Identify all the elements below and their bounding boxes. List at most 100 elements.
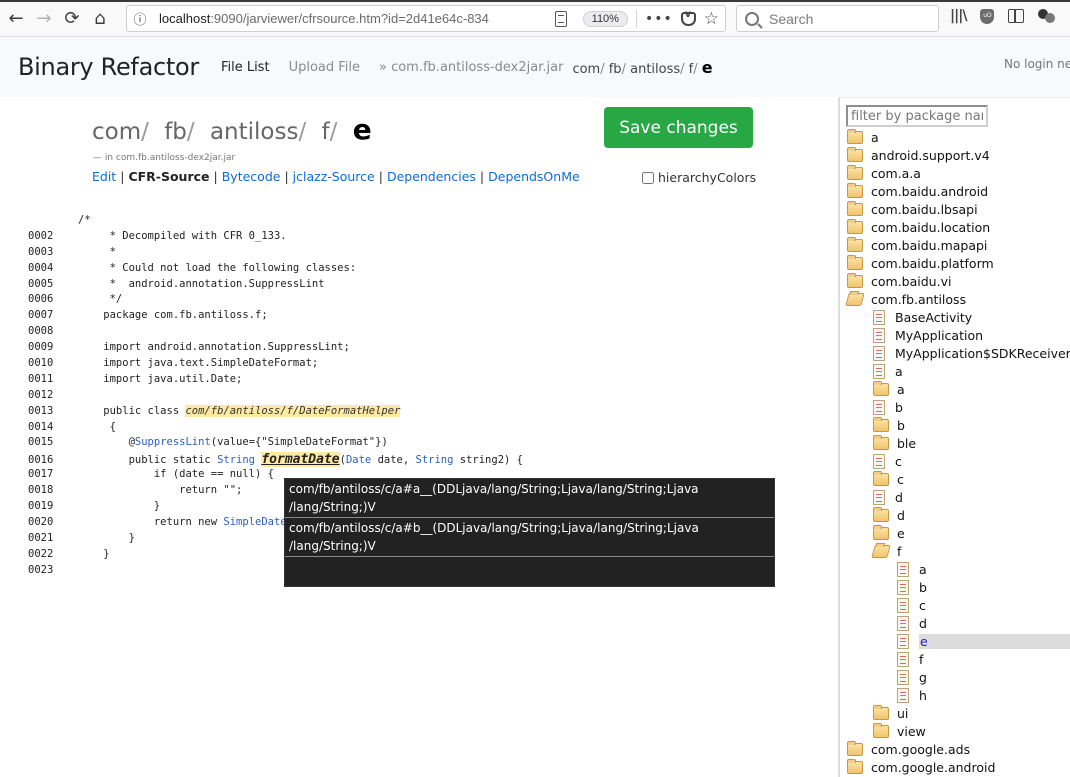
- sidebar-icon[interactable]: [1008, 9, 1025, 23]
- tree-node-label[interactable]: ble: [897, 436, 916, 451]
- tree-package-node[interactable]: android.support.v4: [840, 146, 1070, 164]
- tree-class-node[interactable]: MyApplication: [840, 326, 1070, 344]
- tree-class-node[interactable]: MyApplication$SDKReceiver: [840, 344, 1070, 362]
- tree-package-node[interactable]: c: [840, 470, 1070, 488]
- tree-class-node[interactable]: d: [840, 488, 1070, 506]
- tree-class-node[interactable]: d: [840, 614, 1070, 632]
- tree-node-label[interactable]: e: [897, 526, 905, 541]
- reload-icon[interactable]: ⟳: [58, 4, 86, 32]
- tree-class-node[interactable]: b: [840, 398, 1070, 416]
- tree-node-label[interactable]: a: [871, 130, 879, 145]
- tree-node-label[interactable]: com.google.ads: [871, 742, 970, 757]
- type-link[interactable]: String: [217, 454, 255, 466]
- tree-node-label[interactable]: f: [919, 652, 923, 667]
- search-input[interactable]: Search: [736, 5, 939, 32]
- tab-edit[interactable]: Edit: [92, 169, 116, 184]
- tree-node-label[interactable]: g: [919, 670, 927, 685]
- tree-node-label[interactable]: com.baidu.platform: [871, 256, 994, 271]
- hierarchy-colors-checkbox[interactable]: [642, 171, 654, 184]
- tree-class-node[interactable]: b: [840, 578, 1070, 596]
- method-name-link[interactable]: formatDate: [261, 452, 340, 468]
- title-package-part[interactable]: f: [322, 119, 330, 145]
- tree-package-node[interactable]: com.baidu.mapapi: [840, 236, 1070, 254]
- tree-package-node[interactable]: e: [840, 524, 1070, 542]
- tree-node-label[interactable]: com.baidu.android: [871, 184, 988, 199]
- tree-node-label[interactable]: b: [895, 400, 903, 415]
- pocket-icon[interactable]: [680, 9, 696, 26]
- tree-class-node[interactable]: c: [840, 452, 1070, 470]
- tab-cfr-source[interactable]: CFR-Source: [128, 169, 209, 184]
- nav-upload-file[interactable]: Upload File: [289, 60, 360, 75]
- tree-node-label[interactable]: f: [897, 544, 901, 559]
- tree-node-label[interactable]: BaseActivity: [895, 310, 972, 325]
- tree-package-node[interactable]: com.baidu.platform: [840, 254, 1070, 272]
- tree-package-node[interactable]: com.baidu.location: [840, 218, 1070, 236]
- back-icon[interactable]: ←: [2, 4, 30, 32]
- breadcrumb-item[interactable]: antiloss: [630, 62, 680, 77]
- tree-node-label[interactable]: com.baidu.location: [871, 220, 990, 235]
- tree-node-label[interactable]: d: [919, 616, 927, 631]
- type-link[interactable]: SuppressLint: [135, 436, 211, 448]
- tree-node-label[interactable]: MyApplication: [895, 328, 983, 343]
- package-filter-input[interactable]: [846, 105, 988, 127]
- url-text[interactable]: localhost:9090/jarviewer/cfrsource.htm?i…: [159, 11, 539, 26]
- tree-node-label[interactable]: com.google.android: [871, 760, 995, 775]
- title-package-part[interactable]: antiloss: [210, 119, 299, 145]
- title-package-part[interactable]: com: [92, 119, 141, 145]
- tree-package-node[interactable]: com.baidu.lbsapi: [840, 200, 1070, 218]
- save-changes-button[interactable]: Save changes: [604, 107, 753, 148]
- home-icon[interactable]: ⌂: [86, 4, 114, 32]
- title-package-part[interactable]: fb: [164, 119, 187, 145]
- tree-package-node[interactable]: com.baidu.vi: [840, 272, 1070, 290]
- tree-package-node[interactable]: com.google.ads: [840, 740, 1070, 758]
- tree-node-label[interactable]: c: [897, 472, 904, 487]
- tab-jclazz-source[interactable]: jclazz-Source: [293, 169, 375, 184]
- tree-node-label[interactable]: a: [919, 562, 927, 577]
- tree-node-label[interactable]: ui: [897, 706, 908, 721]
- brand-logo[interactable]: Binary Refactor: [18, 53, 199, 81]
- tooltip-reference-item[interactable]: com/fb/antiloss/c/a#b__(DDLjava/lang/Str…: [285, 518, 774, 557]
- class-name-link[interactable]: com/fb/antiloss/f/DateFormatHelper: [185, 404, 401, 417]
- tab-dependencies[interactable]: Dependencies: [387, 169, 476, 184]
- tree-node-label[interactable]: c: [895, 454, 902, 469]
- tree-package-node[interactable]: ui: [840, 704, 1070, 722]
- nav-jar-link[interactable]: » com.fb.antiloss-dex2jar.jar: [379, 60, 563, 75]
- nav-file-list[interactable]: File List: [221, 60, 270, 75]
- tree-node-label[interactable]: b: [897, 418, 905, 433]
- tree-node-label[interactable]: e: [919, 633, 1070, 649]
- tree-node-label[interactable]: com.a.a: [871, 166, 921, 181]
- tree-package-node[interactable]: a: [840, 128, 1070, 146]
- tree-node-label[interactable]: b: [919, 580, 927, 595]
- forward-icon[interactable]: →: [30, 4, 58, 32]
- tree-node-label[interactable]: d: [895, 490, 903, 505]
- tree-package-node[interactable]: com.fb.antiloss: [840, 290, 1070, 308]
- tree-node-label[interactable]: d: [897, 508, 905, 523]
- tree-package-node[interactable]: com.a.a: [840, 164, 1070, 182]
- library-icon[interactable]: |||\: [950, 8, 967, 24]
- page-actions-icon[interactable]: •••: [645, 11, 673, 27]
- tree-node-label[interactable]: view: [897, 724, 926, 739]
- url-bar[interactable]: ⓘ localhost:9090/jarviewer/cfrsource.htm…: [126, 5, 726, 32]
- tree-class-node[interactable]: BaseActivity: [840, 308, 1070, 326]
- tree-class-node[interactable]: a: [840, 560, 1070, 578]
- tree-package-node[interactable]: com.baidu.android: [840, 182, 1070, 200]
- tree-class-node[interactable]: e: [840, 632, 1070, 650]
- tree-node-label[interactable]: MyApplication$SDKReceiver: [895, 346, 1070, 361]
- type-link[interactable]: String: [416, 454, 454, 466]
- tree-node-label[interactable]: com.baidu.mapapi: [871, 238, 987, 253]
- breadcrumb-item[interactable]: com: [572, 62, 600, 77]
- tree-package-node[interactable]: view: [840, 722, 1070, 740]
- tree-package-node[interactable]: ble: [840, 434, 1070, 452]
- breadcrumb-item[interactable]: fb: [609, 62, 622, 77]
- info-icon[interactable]: ⓘ: [127, 9, 153, 28]
- tree-package-node[interactable]: com.google.android: [840, 758, 1070, 776]
- tree-node-label[interactable]: c: [919, 598, 926, 613]
- zoom-level[interactable]: 110%: [582, 11, 628, 27]
- hierarchy-colors-toggle[interactable]: hierarchyColors: [642, 170, 756, 185]
- tree-class-node[interactable]: h: [840, 686, 1070, 704]
- tree-class-node[interactable]: g: [840, 668, 1070, 686]
- tooltip-reference-item[interactable]: com/fb/antiloss/c/a#a__(DDLjava/lang/Str…: [285, 479, 774, 518]
- tree-node-label[interactable]: a: [897, 382, 905, 397]
- tree-node-label[interactable]: com.baidu.lbsapi: [871, 202, 978, 217]
- tree-package-node[interactable]: f: [840, 542, 1070, 560]
